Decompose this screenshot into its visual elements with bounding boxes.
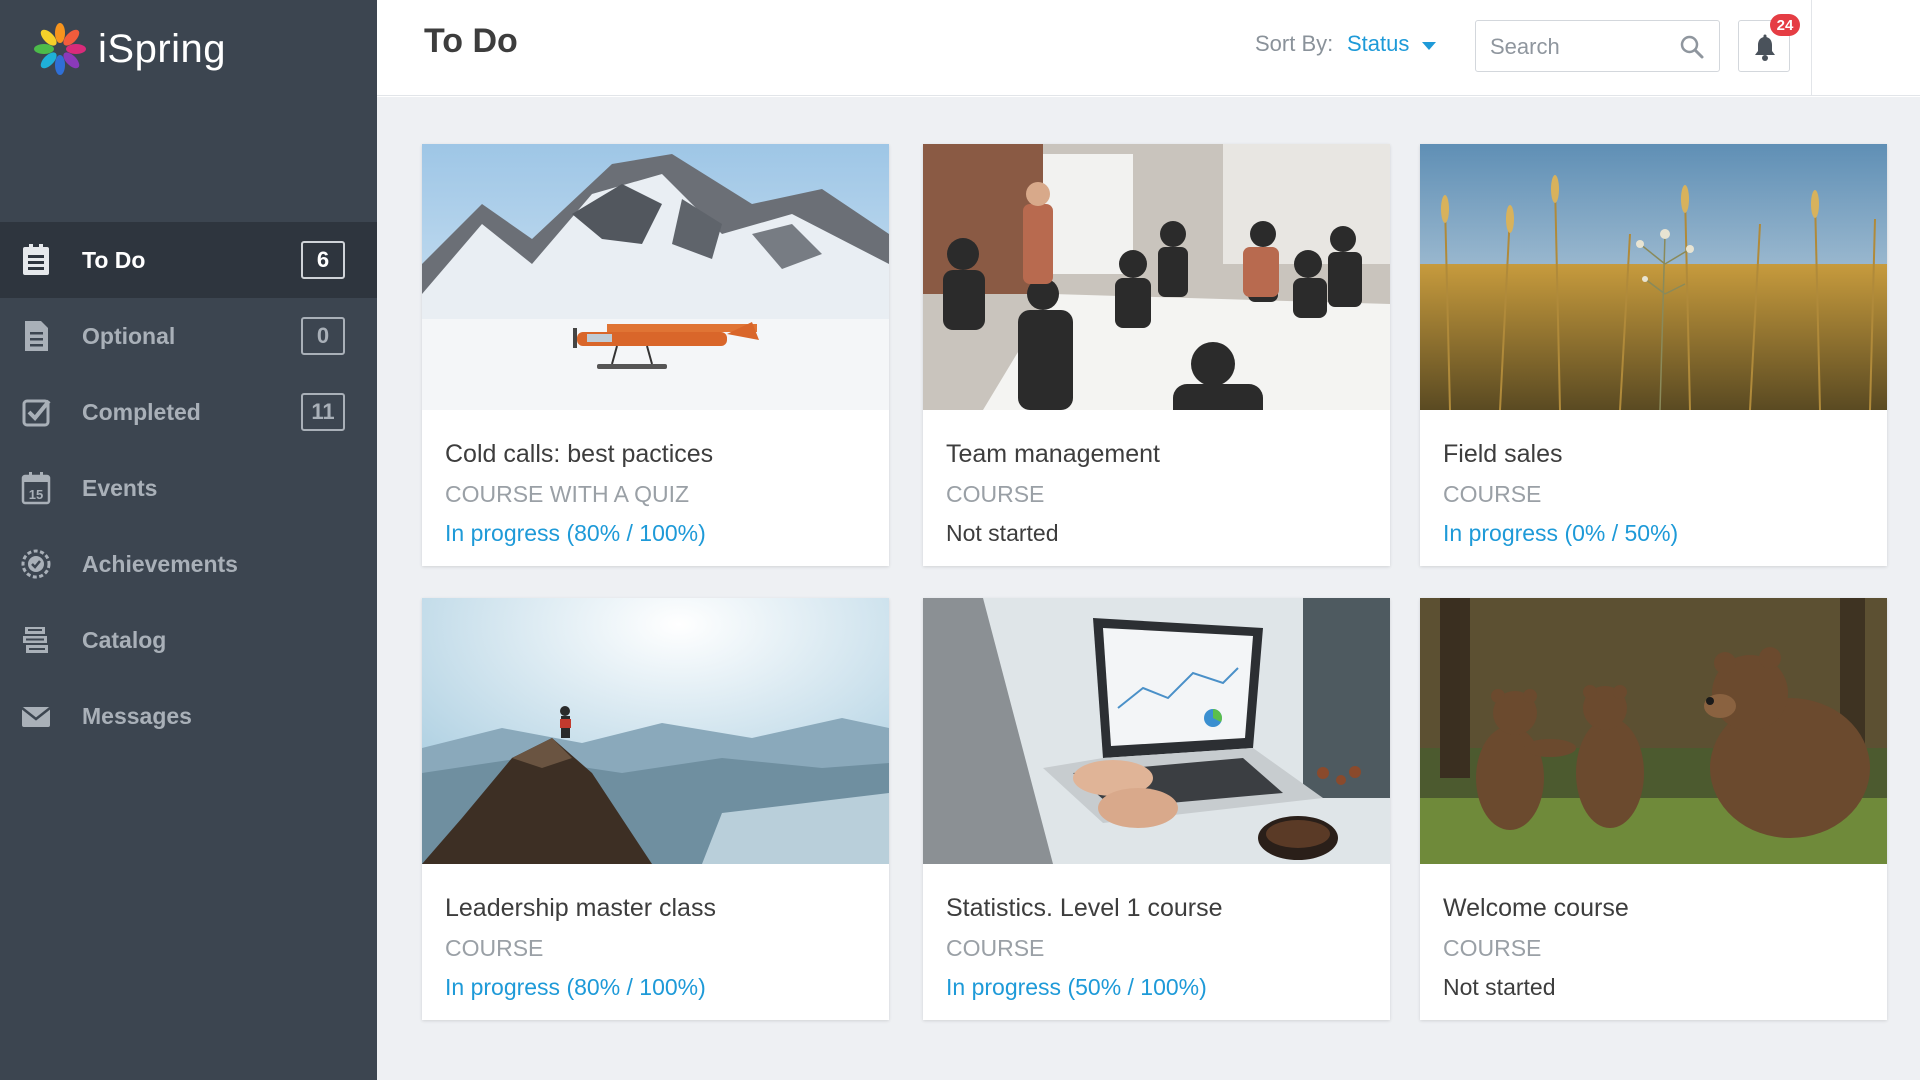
chevron-down-icon[interactable] (1422, 42, 1436, 50)
sidebar-nav: To Do 6 Optional 0 Completed 11 15 Event… (0, 222, 377, 754)
course-thumbnail (422, 598, 889, 864)
sidebar-item-count: 0 (301, 317, 345, 355)
sidebar-item-label: Messages (82, 702, 192, 729)
course-status: In progress (50% / 100%) (946, 974, 1207, 1000)
course-type: COURSE (445, 935, 544, 961)
sidebar-item-optional[interactable]: Optional 0 (0, 298, 377, 374)
badge-icon (21, 549, 51, 579)
course-type: COURSE WITH A QUIZ (445, 481, 690, 507)
todo-list-icon (23, 244, 49, 275)
sidebar-item-todo[interactable]: To Do 6 (0, 222, 377, 298)
sidebar-item-messages[interactable]: Messages (0, 678, 377, 754)
course-title: Statistics. Level 1 course (946, 894, 1223, 922)
sidebar-item-label: To Do (82, 246, 146, 273)
sort-label: Sort By: (1255, 31, 1334, 56)
wheat-field-image (1420, 144, 1887, 410)
ispring-logo-icon (34, 23, 86, 75)
mountain-summit-image (422, 598, 889, 864)
sidebar: iSpring To Do 6 Optional 0 Completed 11 … (0, 0, 377, 1080)
sidebar-item-achievements[interactable]: Achievements (0, 526, 377, 602)
course-thumbnail (422, 144, 889, 410)
envelope-icon (21, 707, 51, 727)
top-header: To Do Sort By: Status 24 (377, 0, 1920, 96)
search-box[interactable] (1475, 20, 1720, 72)
course-type: COURSE (946, 481, 1045, 507)
sidebar-item-count: 11 (301, 393, 345, 431)
course-status: Not started (946, 520, 1059, 546)
course-title: Cold calls: best pactices (445, 440, 714, 468)
bears-image (1420, 598, 1887, 864)
course-card[interactable]: Statistics. Level 1 course COURSE In pro… (923, 598, 1390, 1020)
laptop-typing-image (923, 598, 1390, 864)
sidebar-item-label: Catalog (82, 626, 167, 653)
course-type: COURSE (946, 935, 1045, 961)
course-status: In progress (80% / 100%) (445, 520, 706, 546)
calendar-icon: 15 (21, 472, 51, 505)
course-thumbnail (1420, 598, 1887, 864)
sidebar-item-catalog[interactable]: Catalog (0, 602, 377, 678)
course-status: Not started (1443, 974, 1556, 1000)
search-input[interactable] (1490, 33, 1675, 61)
course-status: In progress (80% / 100%) (445, 974, 706, 1000)
sidebar-item-label: Completed (82, 398, 201, 425)
checkbox-icon (22, 399, 51, 427)
notifications-badge: 24 (1770, 14, 1800, 36)
search-icon[interactable] (1679, 34, 1705, 60)
course-thumbnail (923, 144, 1390, 410)
sort-dropdown[interactable]: Status (1347, 31, 1409, 57)
course-card[interactable]: Leadership master class COURSE In progre… (422, 598, 889, 1020)
sidebar-item-label: Optional (82, 322, 176, 349)
course-title: Leadership master class (445, 894, 716, 922)
course-type: COURSE (1443, 935, 1542, 961)
app-logo-text: iSpring (98, 26, 227, 71)
office-meeting-image (923, 144, 1390, 410)
app-logo[interactable]: iSpring (30, 20, 226, 78)
books-icon (23, 627, 48, 653)
course-card[interactable]: Team management COURSE Not started (923, 144, 1390, 566)
header-divider (1811, 0, 1812, 96)
sidebar-item-label: Achievements (82, 550, 238, 577)
sidebar-item-count: 6 (301, 241, 345, 279)
snowy-mountain-plane-image (422, 144, 889, 410)
course-title: Welcome course (1443, 894, 1629, 922)
course-title: Team management (946, 440, 1161, 468)
course-title: Field sales (1443, 440, 1563, 468)
document-icon (25, 321, 48, 351)
course-grid: Cold calls: best pactices COURSE WITH A … (377, 97, 1920, 1080)
course-thumbnail (923, 598, 1390, 864)
sidebar-item-completed[interactable]: Completed 11 (0, 374, 377, 450)
calendar-icon-day: 15 (29, 487, 43, 502)
course-thumbnail (1420, 144, 1887, 410)
bell-icon (1755, 34, 1775, 61)
course-card[interactable]: Field sales COURSE In progress (0% / 50%… (1420, 144, 1887, 566)
course-card[interactable]: Welcome course COURSE Not started (1420, 598, 1887, 1020)
course-type: COURSE (1443, 481, 1542, 507)
sidebar-item-events[interactable]: 15 Events (0, 450, 377, 526)
course-card[interactable]: Cold calls: best pactices COURSE WITH A … (422, 144, 889, 566)
page-title: To Do (424, 22, 518, 60)
course-status: In progress (0% / 50%) (1443, 520, 1679, 546)
sidebar-item-label: Events (82, 474, 158, 501)
